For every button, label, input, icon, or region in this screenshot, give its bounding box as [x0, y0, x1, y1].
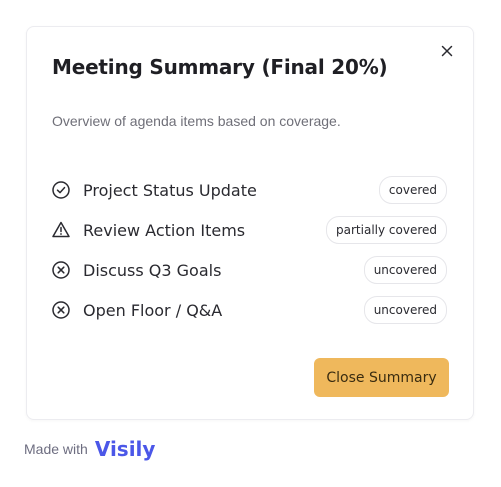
x-circle-icon: [51, 260, 71, 280]
agenda-item-label: Open Floor / Q&A: [83, 300, 223, 320]
agenda-list: Project Status Update covered Review Act…: [51, 170, 447, 330]
agenda-item-label: Discuss Q3 Goals: [83, 260, 222, 280]
status-badge: covered: [378, 176, 447, 204]
close-icon[interactable]: [439, 43, 455, 59]
status-badge: partially covered: [326, 216, 447, 244]
visily-logo[interactable]: Visily: [95, 437, 156, 461]
x-circle-icon: [51, 300, 71, 320]
agenda-item: Open Floor / Q&A uncovered: [51, 290, 447, 330]
status-badge: uncovered: [363, 296, 447, 324]
brand-name: Visily: [94, 437, 156, 461]
made-with-label: Made with: [24, 441, 88, 457]
summary-dialog: Meeting Summary (Final 20%) Overview of …: [26, 26, 474, 420]
agenda-item: Discuss Q3 Goals uncovered: [51, 250, 447, 290]
dialog-subtitle: Overview of agenda items based on covera…: [52, 113, 341, 129]
made-with-footer[interactable]: Made with Visily: [24, 437, 155, 461]
status-badge: uncovered: [363, 256, 447, 284]
warning-triangle-icon: [51, 220, 71, 240]
agenda-item: Project Status Update covered: [51, 170, 447, 210]
agenda-item-label: Review Action Items: [83, 220, 246, 240]
dialog-title: Meeting Summary (Final 20%): [52, 55, 388, 79]
check-circle-icon: [51, 180, 71, 200]
agenda-item: Review Action Items partially covered: [51, 210, 447, 250]
close-summary-button[interactable]: Close Summary: [314, 358, 449, 397]
agenda-item-label: Project Status Update: [83, 180, 257, 200]
